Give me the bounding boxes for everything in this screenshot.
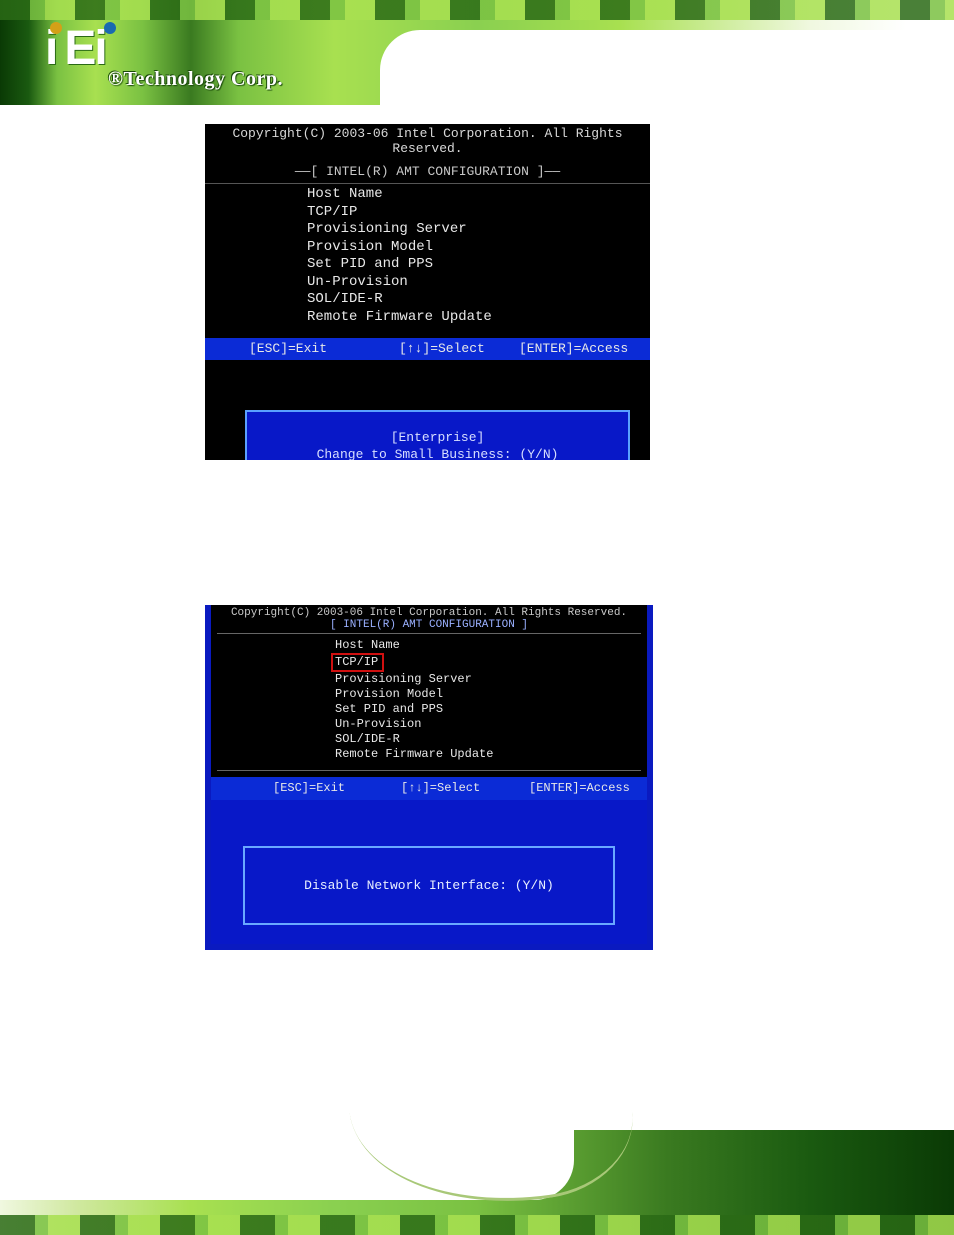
bios-menu-item: TCP/IP <box>307 204 650 222</box>
bios-menu-item: Host Name <box>307 186 650 204</box>
logo-dot-icon <box>104 22 116 34</box>
help-select: [↑↓]=Select <box>399 341 519 356</box>
bios-menu: Host Name TCP/IP Provisioning Server Pro… <box>205 186 650 338</box>
logo-letter: E <box>64 25 94 73</box>
bios-menu-item: Provisioning Server <box>335 672 641 687</box>
bios-dialog: [Enterprise] Change to Small Business: (… <box>245 410 630 460</box>
bios-menu-item: Host Name <box>335 638 641 653</box>
dialog-line: Change to Small Business: (Y/N) <box>257 447 618 460</box>
logo-letter: i <box>94 25 105 73</box>
bios-menu-item: Provision Model <box>307 239 650 257</box>
screenshot-amt-tcpip: Copyright(C) 2003-06 Intel Corporation. … <box>205 605 653 950</box>
help-esc: [ESC]=Exit <box>273 781 401 795</box>
bios-dialog-area: Disable Network Interface: (Y/N) <box>211 800 647 950</box>
bios-dialog: Disable Network Interface: (Y/N) <box>243 846 615 925</box>
bios-menu-item: Set PID and PPS <box>307 256 650 274</box>
dialog-line: [Enterprise] <box>257 430 618 447</box>
bios-help-bar: [ESC]=Exit [↑↓]=Select [ENTER]=Access <box>205 338 650 360</box>
bios-menu-item: SOL/IDE-R <box>307 291 650 309</box>
bios-menu-item-selected: TCP/IP <box>331 653 384 672</box>
bios-panel-title: ——[ INTEL(R) AMT CONFIGURATION ]—— <box>205 162 650 184</box>
bios-menu-item: Provisioning Server <box>307 221 650 239</box>
bios-menu-item: Remote Firmware Update <box>307 309 650 327</box>
bios-menu-item: SOL/IDE-R <box>335 732 641 747</box>
bios-copyright: Copyright(C) 2003-06 Intel Corporation. … <box>211 605 647 619</box>
bios-menu-item: Provision Model <box>335 687 641 702</box>
bios-menu-item: Un-Provision <box>307 274 650 292</box>
bios-menu: Host Name TCP/IP Provisioning Server Pro… <box>217 633 641 771</box>
bios-dialog-area: [Enterprise] Change to Small Business: (… <box>205 360 650 460</box>
help-select: [↑↓]=Select <box>401 781 529 795</box>
bios-menu-item: Remote Firmware Update <box>335 747 641 762</box>
bios-menu-item: Un-Provision <box>335 717 641 732</box>
company-tagline: ®Technology Corp. <box>108 68 283 91</box>
help-enter: [ENTER]=Access <box>529 781 630 795</box>
logo: i E i <box>45 22 116 76</box>
screenshot-amt-provision-model: Copyright(C) 2003-06 Intel Corporation. … <box>205 124 650 460</box>
help-esc: [ESC]=Exit <box>249 341 399 356</box>
bios-help-bar: [ESC]=Exit [↑↓]=Select [ENTER]=Access <box>211 777 647 800</box>
bios-menu-item: Set PID and PPS <box>335 702 641 717</box>
logo-dot-icon <box>50 22 62 34</box>
bios-copyright: Copyright(C) 2003-06 Intel Corporation. … <box>205 124 650 162</box>
top-banner: i E i ®Technology Corp. <box>0 0 954 105</box>
bios-panel-title: [ INTEL(R) AMT CONFIGURATION ] <box>211 619 647 633</box>
help-enter: [ENTER]=Access <box>519 341 628 356</box>
